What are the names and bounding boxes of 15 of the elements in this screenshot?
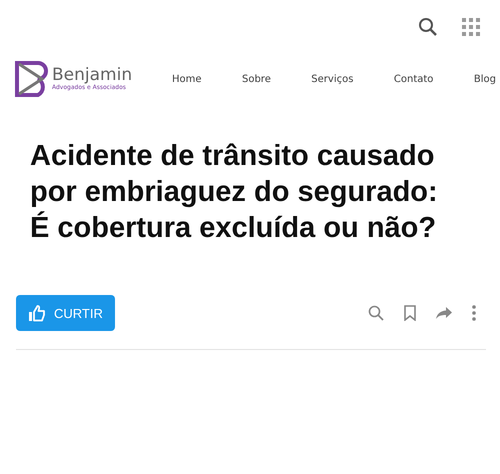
logo-icon [14,60,50,98]
nav-link[interactable]: Contato [394,74,434,84]
article-title: Acidente de trânsito causado por embriaguez do segurado: É cobertura excluída ou não? [30,139,439,246]
search-icon[interactable] [368,305,384,321]
bookmark-icon[interactable] [404,305,416,321]
apps-grid-icon[interactable] [462,18,480,36]
search-icon[interactable] [418,17,438,37]
nav-link[interactable]: Home [172,74,202,84]
nav-link[interactable]: Serviços [311,74,354,84]
brand-name: Benjamin [52,66,132,84]
nav-link[interactable]: Blog [474,74,496,84]
more-icon[interactable] [472,305,476,321]
share-icon[interactable] [436,307,452,319]
thumbs-up-icon [28,304,46,322]
nav-link[interactable]: Sobre [242,74,271,84]
